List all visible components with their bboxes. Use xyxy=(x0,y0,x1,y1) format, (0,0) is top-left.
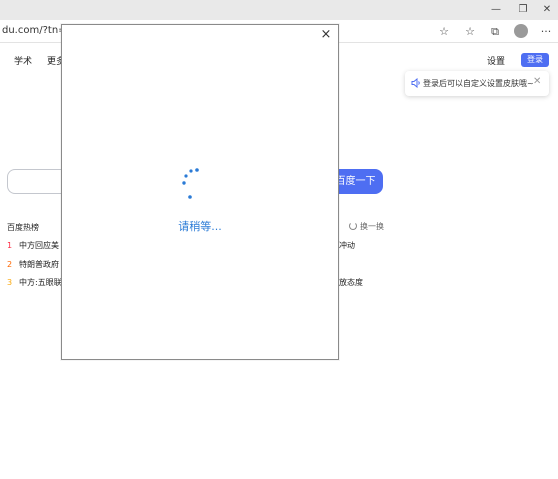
loading-spinner-icon xyxy=(182,168,199,199)
loading-text: 请稍等... xyxy=(178,220,222,233)
title-bar: — ❐ ✕ xyxy=(0,0,558,20)
collections-icon[interactable]: ⧉ xyxy=(487,24,503,40)
nav-link-xueshu[interactable]: 学术 xyxy=(14,54,32,67)
speaker-icon xyxy=(411,78,420,88)
refresh-icon xyxy=(349,222,357,230)
close-icon[interactable]: × xyxy=(319,28,333,42)
refresh-hot-button[interactable]: 换一换 xyxy=(349,221,384,232)
skin-tip-popup: 登录后可以自定义设置皮肤哦~ ✕ xyxy=(405,71,549,96)
tip-close-icon[interactable]: ✕ xyxy=(533,76,541,87)
hot-list-item[interactable]: 2 特朗普政府 xyxy=(7,259,59,270)
hot-list-item[interactable]: 3 中方:五眼联 xyxy=(7,277,62,288)
hot-list-title: 百度热榜 xyxy=(7,223,39,232)
loading-dialog: × 请稍等... xyxy=(61,24,339,360)
more-icon[interactable]: ··· xyxy=(538,24,554,40)
maximize-icon[interactable]: ❐ xyxy=(515,2,531,18)
star-icon[interactable]: ☆ xyxy=(436,24,452,40)
login-button[interactable]: 登录 xyxy=(521,53,549,67)
profile-icon[interactable] xyxy=(514,24,528,38)
refresh-label: 换一换 xyxy=(360,222,384,231)
hot-list-item-right[interactable]: 放态度 xyxy=(339,277,363,288)
minimize-icon[interactable]: — xyxy=(488,2,504,18)
favorites-icon[interactable]: ☆ xyxy=(462,24,478,40)
hot-list-item-right[interactable]: 冲动 xyxy=(339,240,355,251)
hot-list-item[interactable]: 1 中方回应美 xyxy=(7,240,59,251)
settings-link[interactable]: 设置 xyxy=(487,54,505,67)
tip-text: 登录后可以自定义设置皮肤哦~ xyxy=(423,79,534,88)
close-icon[interactable]: ✕ xyxy=(539,2,555,18)
